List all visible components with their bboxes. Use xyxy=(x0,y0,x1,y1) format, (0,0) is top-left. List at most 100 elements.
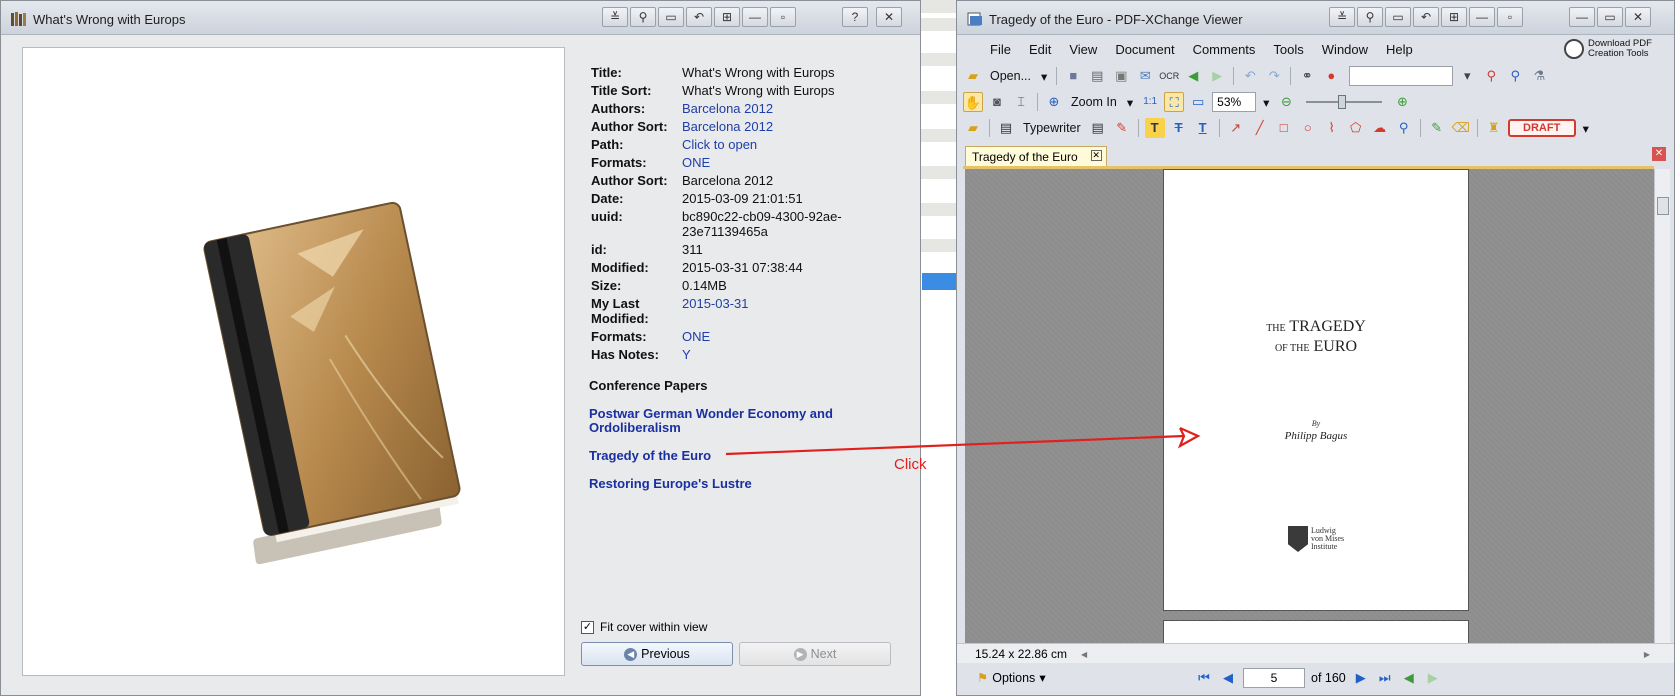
arrow-icon[interactable]: ↗ xyxy=(1226,118,1246,138)
close-button[interactable]: ✕ xyxy=(876,7,902,27)
conference-link-tragedy[interactable]: Tragedy of the Euro xyxy=(589,449,711,463)
page-number-input[interactable]: 5 xyxy=(1243,668,1305,688)
find-icon[interactable]: ⚭ xyxy=(1297,66,1317,86)
redo-icon[interactable]: ↷ xyxy=(1264,66,1284,86)
help-button[interactable]: ? xyxy=(842,7,868,27)
note-icon[interactable]: ▰ xyxy=(963,118,983,138)
minimize-button[interactable]: — xyxy=(1569,7,1595,27)
menu-tools[interactable]: Tools xyxy=(1264,42,1312,57)
pin-button[interactable]: ⚲ xyxy=(630,7,656,27)
collapse-button[interactable]: ≚ xyxy=(602,7,628,27)
select-text-icon[interactable]: ⌶ xyxy=(1011,92,1031,112)
ocr-icon[interactable]: OCR xyxy=(1159,66,1179,86)
search-input[interactable] xyxy=(1349,66,1454,86)
minimize-button[interactable]: — xyxy=(742,7,768,27)
download-pdf-tools[interactable]: Download PDF Creation Tools xyxy=(1564,37,1664,61)
tile-button[interactable]: ⊞ xyxy=(714,7,740,27)
highlight-text-icon[interactable]: T xyxy=(1144,118,1165,138)
fit-cover-option[interactable]: ✓ Fit cover within view xyxy=(581,620,707,634)
metadata-link[interactable]: Click to open xyxy=(682,137,911,152)
scroll-left-icon[interactable]: ◀ xyxy=(1081,650,1087,659)
metadata-link[interactable]: Barcelona 2012 xyxy=(682,119,911,134)
next-button[interactable]: ▶ Next xyxy=(739,642,891,666)
close-document-icon[interactable]: ✕ xyxy=(1652,147,1666,161)
rectangle-icon[interactable]: □ xyxy=(1274,118,1294,138)
menu-window[interactable]: Window xyxy=(1313,42,1377,57)
metadata-link[interactable]: Y xyxy=(682,347,911,362)
draft-stamp[interactable]: DRAFT xyxy=(1507,119,1576,137)
scrollbar-thumb[interactable] xyxy=(1657,197,1669,215)
minimize-button[interactable]: — xyxy=(1469,7,1495,27)
cloud-icon[interactable]: ☁ xyxy=(1370,118,1390,138)
callout-icon[interactable]: ✎ xyxy=(1112,118,1132,138)
save-icon[interactable]: ■ xyxy=(1063,66,1083,86)
undo-icon[interactable]: ↶ xyxy=(1240,66,1260,86)
restore-button[interactable]: ▫ xyxy=(1497,7,1523,27)
zoom-field[interactable]: 53% xyxy=(1212,92,1257,112)
menu-document[interactable]: Document xyxy=(1106,42,1183,57)
zoom-slider-thumb[interactable] xyxy=(1338,95,1347,109)
menu-comments[interactable]: Comments xyxy=(1184,42,1265,57)
print-icon[interactable]: ▤ xyxy=(1087,66,1107,86)
close-tab-icon[interactable]: ✕ xyxy=(1090,150,1102,161)
scan-icon[interactable]: ▣ xyxy=(1111,66,1131,86)
vertical-scrollbar[interactable] xyxy=(1654,169,1670,643)
typewriter-button[interactable]: Typewriter xyxy=(1020,121,1084,135)
hand-tool-icon[interactable]: ✋ xyxy=(963,92,983,112)
options-button[interactable]: ⚑ Options ▾ xyxy=(977,670,1046,686)
search-next-icon[interactable]: ⚲ xyxy=(1505,66,1525,86)
strikeout-icon[interactable]: T xyxy=(1169,118,1189,138)
next-page-icon[interactable]: ▶ xyxy=(1352,669,1370,687)
chevron-down-icon[interactable]: ▾ xyxy=(1260,95,1272,110)
textbox-icon[interactable]: ▤ xyxy=(1088,118,1108,138)
zoom-slider[interactable] xyxy=(1306,95,1383,109)
email-icon[interactable]: ✉ xyxy=(1135,66,1155,86)
chevron-down-icon[interactable]: ▾ xyxy=(1124,95,1136,110)
window-button[interactable]: ▭ xyxy=(1385,7,1411,27)
open-folder-icon[interactable]: ▰ xyxy=(963,66,983,86)
zoom-in-button[interactable]: Zoom In xyxy=(1068,95,1120,109)
line-icon[interactable]: ╱ xyxy=(1250,118,1270,138)
metadata-link[interactable]: 2015-03-31 xyxy=(682,296,911,326)
stamp-icon[interactable]: ♜ xyxy=(1484,118,1504,138)
undo-button[interactable]: ↶ xyxy=(1413,7,1439,27)
conference-link-postwar[interactable]: Postwar German Wonder Economy and Ordoli… xyxy=(589,407,889,435)
spell-check-icon[interactable]: ● xyxy=(1321,66,1341,86)
forward-icon[interactable]: ▶ xyxy=(1207,66,1227,86)
document-view[interactable]: THE TRAGEDY OF THE EURO By Philipp Bagus… xyxy=(965,169,1654,643)
close-button[interactable]: ✕ xyxy=(1625,7,1651,27)
typewriter-icon[interactable]: ▤ xyxy=(996,118,1016,138)
conference-link-restoring[interactable]: Restoring Europe's Lustre xyxy=(589,477,752,491)
open-button[interactable]: Open... xyxy=(987,69,1034,83)
polyline-icon[interactable]: ⌇ xyxy=(1322,118,1342,138)
chevron-down-icon[interactable]: ▾ xyxy=(1038,69,1050,84)
undo-button[interactable]: ↶ xyxy=(686,7,712,27)
previous-button[interactable]: ◀ Previous xyxy=(581,642,733,666)
scroll-right-icon[interactable]: ▶ xyxy=(1644,650,1650,659)
pencil-icon[interactable]: ✎ xyxy=(1427,118,1447,138)
document-tab[interactable]: Tragedy of the Euro ✕ xyxy=(965,146,1107,167)
forward-view-icon[interactable]: ▶ xyxy=(1424,669,1442,687)
tile-button[interactable]: ⊞ xyxy=(1441,7,1467,27)
zoom-out-icon[interactable]: ⊖ xyxy=(1276,92,1296,112)
actual-size-icon[interactable]: 1:1 xyxy=(1140,92,1160,112)
metadata-link[interactable]: ONE xyxy=(682,155,911,170)
eraser-icon[interactable]: ⌫ xyxy=(1451,118,1471,138)
zoom-in-icon[interactable]: ⊕ xyxy=(1044,92,1064,112)
menu-edit[interactable]: Edit xyxy=(1020,42,1060,57)
fit-cover-checkbox[interactable]: ✓ xyxy=(581,620,594,634)
window-button[interactable]: ▭ xyxy=(658,7,684,27)
fit-page-icon[interactable]: ⛶ xyxy=(1164,92,1185,112)
underline-icon[interactable]: T xyxy=(1193,118,1213,138)
back-view-icon[interactable]: ◀ xyxy=(1400,669,1418,687)
menu-view[interactable]: View xyxy=(1060,42,1106,57)
zoom-plus-icon[interactable]: ⊕ xyxy=(1392,92,1412,112)
pin-button[interactable]: ⚲ xyxy=(1357,7,1383,27)
snapshot-icon[interactable]: ◙ xyxy=(987,92,1007,112)
fit-width-icon[interactable]: ▭ xyxy=(1188,92,1208,112)
polygon-icon[interactable]: ⬠ xyxy=(1346,118,1366,138)
back-icon[interactable]: ◀ xyxy=(1183,66,1203,86)
metadata-link[interactable]: Barcelona 2012 xyxy=(682,101,911,116)
chevron-down-icon[interactable]: ▾ xyxy=(1457,66,1477,86)
maximize-button[interactable]: ▭ xyxy=(1597,7,1623,27)
